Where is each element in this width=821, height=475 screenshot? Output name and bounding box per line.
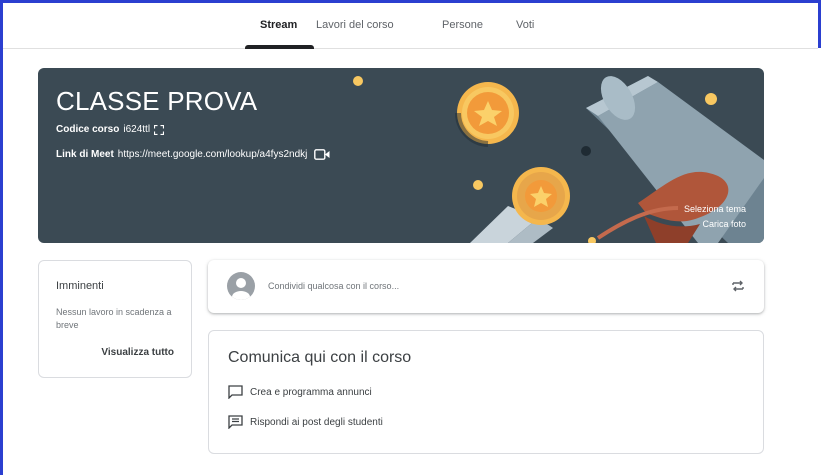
- top-nav: Stream Lavori del corso Persone Voti: [3, 3, 818, 49]
- meet-link-url[interactable]: https://meet.google.com/lookup/a4fys2ndk…: [118, 149, 308, 160]
- announcement-icon: [228, 385, 243, 399]
- chat-icon: [228, 415, 243, 429]
- course-banner: CLASSE PROVA Codice corso i624ttl Link d…: [38, 68, 764, 243]
- course-title: CLASSE PROVA: [56, 86, 258, 116]
- communicate-card: Comunica qui con il corso Crea e program…: [208, 330, 764, 454]
- communicate-title: Comunica qui con il corso: [228, 349, 412, 366]
- tab-lavori-del-corso[interactable]: Lavori del corso: [316, 19, 394, 31]
- tab-persone[interactable]: Persone: [442, 19, 483, 31]
- select-theme-link[interactable]: Seleziona tema: [684, 204, 746, 214]
- upcoming-empty-text: Nessun lavoro in scadenza a breve: [56, 307, 172, 330]
- tab-stream[interactable]: Stream: [260, 19, 297, 31]
- course-code-value: i624ttl: [123, 124, 151, 135]
- upload-photo-link[interactable]: Carica foto: [702, 219, 746, 229]
- course-code-label: Codice corso: [56, 124, 120, 135]
- course-code-row: Codice corso i624ttl: [56, 124, 165, 135]
- view-all-link[interactable]: Visualizza tutto: [101, 347, 174, 358]
- repost-icon[interactable]: [730, 278, 746, 294]
- fullscreen-icon[interactable]: [154, 124, 165, 135]
- upcoming-title: Imminenti: [56, 280, 104, 292]
- reply-posts-label: Rispondi ai post degli studenti: [250, 416, 383, 428]
- create-announcement-item: Crea e programma annunci: [228, 385, 372, 399]
- selection-frame-left: [0, 0, 3, 475]
- meet-link-row: Link di Meet https://meet.google.com/loo…: [56, 149, 330, 160]
- active-tab-indicator: [245, 45, 314, 49]
- upcoming-card: Imminenti Nessun lavoro in scadenza a br…: [38, 260, 192, 378]
- share-placeholder[interactable]: Condividi qualcosa con il corso...: [268, 281, 399, 291]
- create-announcement-label: Crea e programma annunci: [250, 386, 372, 398]
- avatar: [227, 272, 255, 300]
- tab-voti[interactable]: Voti: [516, 19, 534, 31]
- meet-link-label: Link di Meet: [56, 149, 114, 160]
- videocam-icon[interactable]: [314, 149, 330, 160]
- user-avatar-icon: [232, 278, 250, 300]
- reply-posts-item: Rispondi ai post degli studenti: [228, 415, 383, 429]
- share-box[interactable]: Condividi qualcosa con il corso...: [208, 260, 764, 313]
